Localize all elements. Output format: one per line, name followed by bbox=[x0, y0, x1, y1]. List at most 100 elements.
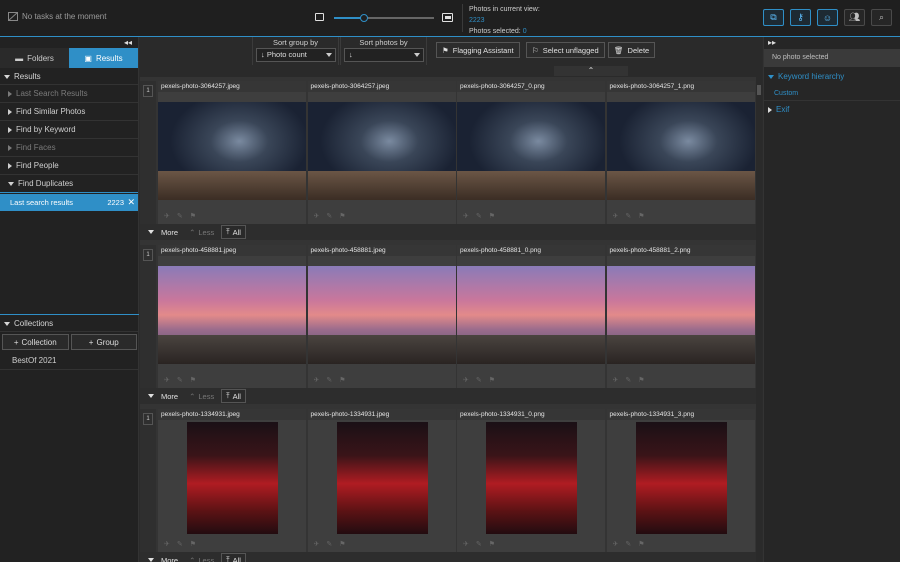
similar-mode-button[interactable]: ⚷ bbox=[790, 9, 811, 26]
photo-cell[interactable]: pexels-photo-1334931_0.png ✈ ✎ ⚑ bbox=[457, 409, 605, 552]
photo-cell[interactable]: pexels-photo-3064257_1.png ✈ ✎ ⚑ bbox=[606, 81, 755, 224]
collection-item[interactable]: BestOf 2021 bbox=[0, 352, 139, 370]
photo-thumbnail[interactable] bbox=[307, 102, 456, 200]
pin-icon[interactable]: ✈ bbox=[164, 540, 170, 548]
edit-icon[interactable]: ✎ bbox=[476, 540, 482, 548]
flag-icon[interactable]: ⚑ bbox=[339, 376, 345, 384]
photo-thumbnail[interactable] bbox=[158, 102, 306, 200]
flag-icon[interactable]: ⚑ bbox=[190, 376, 196, 384]
flag-icon[interactable]: ⚑ bbox=[190, 540, 196, 548]
less-button[interactable]: ⌃ Less bbox=[185, 225, 218, 239]
edit-icon[interactable]: ✎ bbox=[476, 376, 482, 384]
edit-icon[interactable]: ✎ bbox=[177, 376, 183, 384]
grid-scrollbar[interactable] bbox=[756, 77, 762, 562]
flag-icon[interactable]: ⚑ bbox=[190, 212, 196, 220]
photo-thumbnail[interactable] bbox=[635, 422, 727, 534]
pin-icon[interactable]: ✈ bbox=[463, 212, 469, 220]
flag-icon[interactable]: ⚑ bbox=[489, 540, 495, 548]
select-unflagged-button[interactable]: ⚐ Select unflagged bbox=[526, 42, 605, 58]
collections-header[interactable]: Collections bbox=[0, 315, 139, 332]
photo-cell[interactable]: pexels-photo-458881.jpeg ✈ ✎ ⚑ bbox=[307, 245, 456, 388]
sidebar-item-similar[interactable]: Find Similar Photos bbox=[0, 103, 138, 121]
photo-cell[interactable]: pexels-photo-3064257_0.png ✈ ✎ ⚑ bbox=[457, 81, 605, 224]
zoom-slider[interactable] bbox=[334, 14, 434, 22]
photo-cell[interactable]: pexels-photo-1334931_3.png ✈ ✎ ⚑ bbox=[606, 409, 755, 552]
photo-cell[interactable]: pexels-photo-1334931.jpeg ✈ ✎ ⚑ bbox=[158, 409, 306, 552]
pin-icon[interactable]: ✈ bbox=[164, 212, 170, 220]
keyword-item[interactable]: Custom bbox=[764, 87, 900, 101]
edit-icon[interactable]: ✎ bbox=[625, 540, 631, 548]
scrollbar-thumb[interactable] bbox=[757, 85, 761, 95]
photo-cell[interactable]: pexels-photo-458881_0.png ✈ ✎ ⚑ bbox=[457, 245, 605, 388]
search-button[interactable]: ⌕ bbox=[871, 9, 892, 26]
pin-icon[interactable]: ✈ bbox=[613, 212, 619, 220]
flag-icon[interactable]: ⚑ bbox=[638, 540, 644, 548]
photo-thumbnail[interactable] bbox=[457, 102, 605, 200]
pin-icon[interactable]: ✈ bbox=[463, 376, 469, 384]
last-search-result-row[interactable]: Last search results 2223 ✕ bbox=[0, 194, 138, 211]
sidebar-item-faces[interactable]: Find Faces bbox=[0, 139, 138, 157]
sort-photos-select[interactable]: ↓ bbox=[344, 48, 424, 62]
people-mode-button[interactable]: 👥︎ bbox=[844, 9, 865, 26]
sort-group-select[interactable]: ↓ Photo count bbox=[256, 48, 336, 62]
more-button[interactable]: More bbox=[144, 553, 182, 562]
all-button[interactable]: ⤒ All bbox=[221, 553, 246, 562]
all-button[interactable]: ⤒ All bbox=[221, 225, 246, 239]
close-icon[interactable]: ✕ bbox=[127, 197, 135, 208]
group-number[interactable]: 1 bbox=[143, 413, 153, 425]
photo-thumbnail[interactable] bbox=[606, 266, 755, 364]
edit-icon[interactable]: ✎ bbox=[326, 540, 332, 548]
more-button[interactable]: More bbox=[144, 389, 182, 403]
edit-icon[interactable]: ✎ bbox=[625, 376, 631, 384]
photo-cell[interactable]: pexels-photo-3064257.jpeg ✈ ✎ ⚑ bbox=[158, 81, 306, 224]
more-button[interactable]: More bbox=[144, 225, 182, 239]
photo-thumbnail[interactable] bbox=[606, 102, 755, 200]
pin-icon[interactable]: ✈ bbox=[314, 376, 320, 384]
sidebar-item-people[interactable]: Find People bbox=[0, 157, 138, 175]
add-collection-button[interactable]: + Collection bbox=[2, 334, 69, 350]
sidebar-item-duplicates[interactable]: Find Duplicates bbox=[0, 175, 138, 193]
all-button[interactable]: ⤒ All bbox=[221, 389, 246, 403]
photo-thumbnail[interactable] bbox=[187, 422, 278, 534]
group-number[interactable]: 1 bbox=[143, 249, 153, 261]
sidebar-item-keyword[interactable]: Find by Keyword bbox=[0, 121, 138, 139]
flag-icon[interactable]: ⚑ bbox=[339, 212, 345, 220]
results-section-header[interactable]: Results bbox=[0, 68, 138, 85]
pin-icon[interactable]: ✈ bbox=[164, 376, 170, 384]
photo-thumbnail[interactable] bbox=[457, 266, 605, 364]
duplicates-mode-button[interactable]: ⧉ bbox=[763, 9, 784, 26]
edit-icon[interactable]: ✎ bbox=[177, 540, 183, 548]
large-thumbnail-icon[interactable] bbox=[442, 13, 453, 22]
flag-icon[interactable]: ⚑ bbox=[638, 212, 644, 220]
group-number[interactable]: 1 bbox=[143, 85, 153, 97]
pin-icon[interactable]: ✈ bbox=[613, 376, 619, 384]
less-button[interactable]: ⌃ Less bbox=[185, 389, 218, 403]
photo-thumbnail[interactable] bbox=[158, 266, 306, 364]
edit-icon[interactable]: ✎ bbox=[625, 212, 631, 220]
photo-cell[interactable]: pexels-photo-1334931.jpeg ✈ ✎ ⚑ bbox=[307, 409, 456, 552]
flag-icon[interactable]: ⚑ bbox=[638, 376, 644, 384]
zoom-slider-knob[interactable] bbox=[360, 14, 368, 22]
collapse-right-icon[interactable]: ▸▸ bbox=[764, 37, 900, 49]
flagging-assistant-button[interactable]: ⚑ Flagging Assistant bbox=[436, 42, 520, 58]
chevron-up-icon[interactable]: ⌃ bbox=[554, 66, 628, 76]
photo-cell[interactable]: pexels-photo-458881_2.png ✈ ✎ ⚑ bbox=[606, 245, 755, 388]
collapse-left-icon[interactable]: ◂◂ bbox=[0, 37, 138, 48]
photo-cell[interactable]: pexels-photo-3064257.jpeg ✈ ✎ ⚑ bbox=[307, 81, 456, 224]
exif-header[interactable]: Exif bbox=[764, 101, 900, 119]
less-button[interactable]: ⌃ Less bbox=[185, 553, 218, 562]
sidebar-item-last-search[interactable]: Last Search Results bbox=[0, 85, 138, 103]
pin-icon[interactable]: ✈ bbox=[314, 540, 320, 548]
edit-icon[interactable]: ✎ bbox=[177, 212, 183, 220]
keyword-hierarchy-header[interactable]: Keyword hierarchy bbox=[764, 67, 900, 87]
small-thumbnail-icon[interactable] bbox=[315, 13, 324, 21]
flag-icon[interactable]: ⚑ bbox=[489, 376, 495, 384]
tab-folders[interactable]: ▬ Folders bbox=[0, 48, 69, 68]
photo-thumbnail[interactable] bbox=[336, 422, 428, 534]
pin-icon[interactable]: ✈ bbox=[314, 212, 320, 220]
photo-cell[interactable]: pexels-photo-458881.jpeg ✈ ✎ ⚑ bbox=[158, 245, 306, 388]
flag-icon[interactable]: ⚑ bbox=[489, 212, 495, 220]
pin-icon[interactable]: ✈ bbox=[463, 540, 469, 548]
photo-thumbnail[interactable] bbox=[486, 422, 577, 534]
edit-icon[interactable]: ✎ bbox=[476, 212, 482, 220]
